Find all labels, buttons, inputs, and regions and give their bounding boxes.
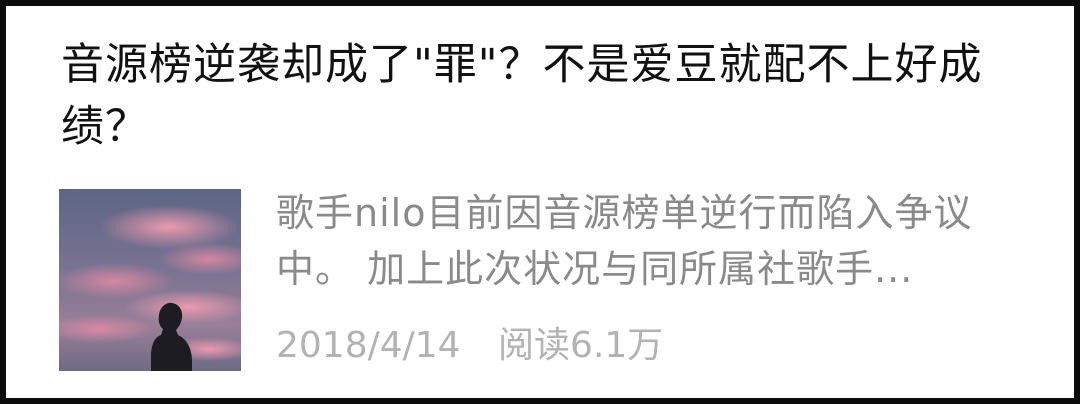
publish-date: 2018/4/14: [276, 325, 461, 366]
silhouette-sunset-image: [59, 189, 241, 371]
article-meta: 2018/4/14 阅读6.1万: [276, 318, 663, 374]
article-thumbnail[interactable]: [59, 189, 241, 371]
article-title[interactable]: 音源榜逆袭却成了"罪"？不是爱豆就配不上好成绩？: [61, 34, 1021, 158]
read-count: 阅读6.1万: [498, 325, 664, 366]
screenshot-frame: 音源榜逆袭却成了"罪"？不是爱豆就配不上好成绩？ 歌手nilo目前因音源榜单逆行…: [0, 0, 1080, 404]
article-card[interactable]: 音源榜逆袭却成了"罪"？不是爱豆就配不上好成绩？ 歌手nilo目前因音源榜单逆行…: [12, 12, 1068, 392]
article-excerpt: 歌手nilo目前因音源榜单逆行而陷入争议中。 加上此次状况与同所属社歌手...: [276, 191, 973, 291]
